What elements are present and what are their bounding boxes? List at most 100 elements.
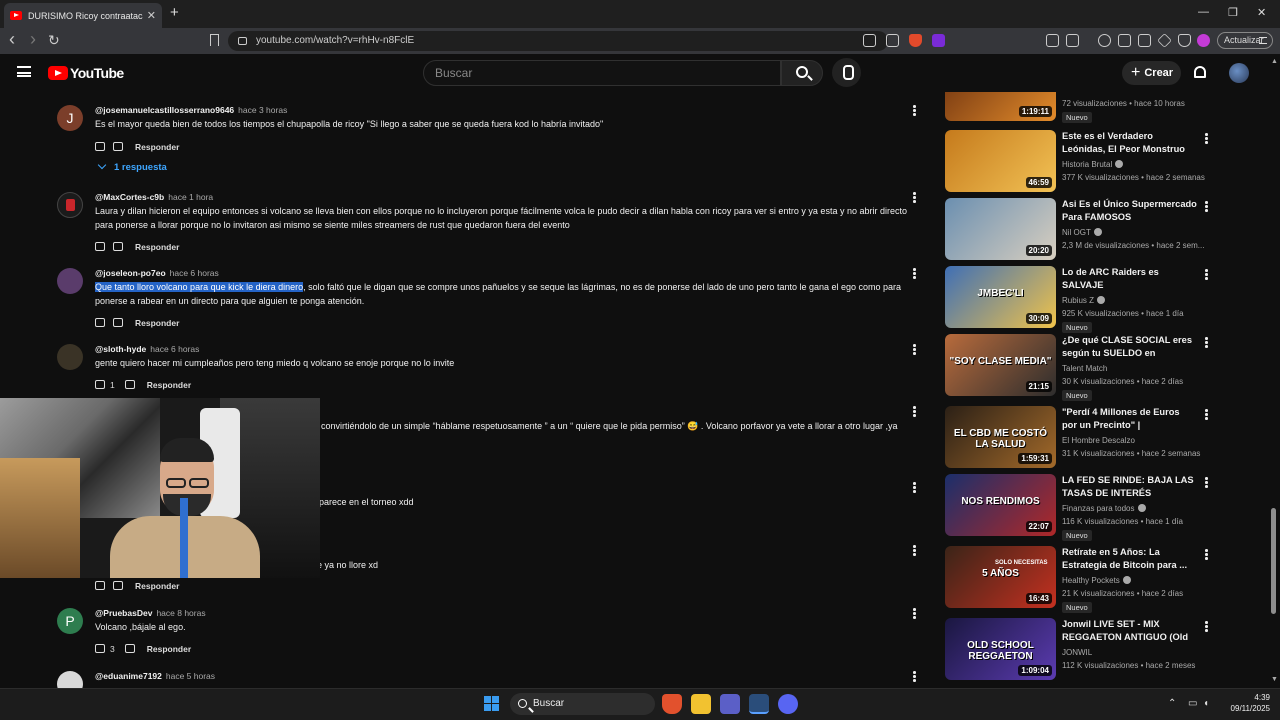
comment-time[interactable]: hace 8 horas <box>156 608 205 618</box>
taskbar-search[interactable]: Buscar <box>510 693 655 715</box>
channel-name[interactable]: JONWIL <box>1062 648 1092 657</box>
video-title[interactable]: Jonwil LIVE SET - MIX REGGAETON ANTIGUO … <box>1062 618 1197 644</box>
comment-menu-icon[interactable] <box>913 482 916 493</box>
comment-menu-icon[interactable] <box>913 268 916 279</box>
comment-menu-icon[interactable] <box>913 671 916 682</box>
reload-button[interactable]: ↻ <box>48 32 60 49</box>
comment-time[interactable]: hace 6 horas <box>170 268 219 278</box>
recommended-video[interactable]: 46:59 Este es el Verdadero Leónidas, El P… <box>945 130 1255 194</box>
channel-name[interactable]: Healthy Pockets <box>1062 576 1131 585</box>
teams-icon[interactable] <box>720 694 740 714</box>
comment-menu-icon[interactable] <box>913 344 916 355</box>
video-title[interactable]: "Perdí 4 Millones de Euros por un Precin… <box>1062 406 1197 432</box>
taskbar-clock[interactable]: 4:39 09/11/2025 <box>1224 692 1270 714</box>
hamburger-menu-icon[interactable] <box>17 66 31 77</box>
video-title[interactable]: ¿De qué CLASE SOCIAL eres según tu SUELD… <box>1062 334 1197 360</box>
dislike-icon[interactable] <box>113 142 123 152</box>
new-tab-button[interactable]: + <box>170 4 179 21</box>
reply-button[interactable]: Responder <box>135 318 179 328</box>
extensions-icon[interactable] <box>1046 34 1059 47</box>
view-replies-button[interactable]: 1 respuesta <box>97 160 167 173</box>
comment-menu-icon[interactable] <box>913 105 916 116</box>
network-icon[interactable]: ▭ <box>1188 698 1197 709</box>
steam-icon[interactable] <box>749 694 769 714</box>
tab-close-icon[interactable]: ✕ <box>147 9 156 22</box>
video-menu-icon[interactable] <box>1205 549 1208 560</box>
recommended-video[interactable]: SOLO NECESITAS 5 AÑOS 16:43 Retírate en 5 A… <box>945 546 1255 613</box>
brave-shield-icon[interactable] <box>909 34 922 47</box>
comment-author[interactable]: @sloth-hyde <box>95 344 146 354</box>
share-icon[interactable] <box>886 34 899 47</box>
address-bar[interactable]: youtube.com/watch?v=rhHv-n8FclE <box>228 31 888 51</box>
file-explorer-icon[interactable] <box>691 694 711 714</box>
volume-icon[interactable]: ◖ <box>1203 698 1209 709</box>
video-title[interactable]: Lo de ARC Raiders es SALVAJE <box>1062 266 1197 292</box>
cast-icon[interactable] <box>863 34 876 47</box>
reply-button[interactable]: Responder <box>147 380 191 390</box>
site-info-icon[interactable] <box>238 37 247 45</box>
search-button[interactable] <box>781 60 823 86</box>
avatar[interactable] <box>57 344 83 370</box>
dislike-icon[interactable] <box>113 242 123 252</box>
like-icon[interactable] <box>95 142 105 152</box>
video-menu-icon[interactable] <box>1205 337 1208 348</box>
dislike-icon[interactable] <box>124 644 135 654</box>
comment-time[interactable]: hace 3 horas <box>238 105 287 115</box>
browser-tab[interactable]: DURISIMO Ricoy contraataca y V ✕ <box>4 3 162 28</box>
like-icon[interactable] <box>95 644 105 654</box>
sidebar-icon[interactable] <box>1118 34 1131 47</box>
search-input[interactable]: Buscar <box>423 60 781 86</box>
back-button[interactable]: ‹ <box>9 29 15 50</box>
comment-time[interactable]: hace 6 horas <box>150 344 199 354</box>
video-menu-icon[interactable] <box>1205 409 1208 420</box>
dislike-icon[interactable] <box>113 581 123 591</box>
video-menu-icon[interactable] <box>1205 201 1208 212</box>
channel-name[interactable]: Talent Match <box>1062 364 1107 373</box>
comment-author[interactable]: @eduanime7192 <box>95 671 162 681</box>
comment-author[interactable]: @joseleon-po7eo <box>95 268 166 278</box>
reply-button[interactable]: Responder <box>147 644 191 654</box>
window-maximize-button[interactable]: ❐ <box>1228 6 1238 19</box>
recommended-video[interactable]: "SOY CLASE MEDIA" 21:15 ¿De qué CLASE SOCI… <box>945 334 1255 401</box>
video-thumbnail[interactable]: 46:59 <box>945 130 1056 192</box>
tab-search-icon[interactable] <box>1066 34 1079 47</box>
recommended-video[interactable]: 20:20 Asi Es el Único Supermercado Para F… <box>945 198 1255 262</box>
brave-browser-icon[interactable] <box>662 694 682 714</box>
reply-button[interactable]: Responder <box>135 142 179 152</box>
create-button[interactable]: + Crear <box>1122 61 1181 85</box>
comment-author[interactable]: @MaxCortes-c9b <box>95 192 164 202</box>
user-avatar[interactable] <box>1229 63 1249 83</box>
youtube-wordmark[interactable]: YouTube <box>70 65 124 81</box>
vpn-icon[interactable] <box>1178 34 1191 47</box>
windows-start-icon[interactable] <box>484 696 499 711</box>
channel-name[interactable]: Finanzas para todos <box>1062 504 1146 513</box>
recommended-video[interactable]: JMBEC'LI 30:09 Lo de ARC Raiders es SALVAJ… <box>945 266 1255 333</box>
comment-menu-icon[interactable] <box>913 406 916 417</box>
menu-icon[interactable] <box>1259 37 1267 44</box>
video-menu-icon[interactable] <box>1205 477 1208 488</box>
forward-button[interactable]: › <box>30 29 36 50</box>
reply-button[interactable]: Responder <box>135 581 179 591</box>
notifications-bell-icon[interactable] <box>1194 66 1206 78</box>
video-title[interactable]: Este es el Verdadero Leónidas, El Peor M… <box>1062 130 1197 156</box>
wallet-icon[interactable] <box>1197 34 1210 47</box>
video-thumbnail[interactable]: JMBEC'LI 30:09 <box>945 266 1056 328</box>
like-icon[interactable] <box>95 581 105 591</box>
window-close-button[interactable]: ✕ <box>1257 6 1266 19</box>
bookmark-icon[interactable] <box>210 34 219 46</box>
avatar[interactable]: P <box>57 608 83 634</box>
bookmarks-icon[interactable] <box>1138 34 1151 47</box>
video-title[interactable]: Retírate en 5 Años: La Estrategia de Bit… <box>1062 546 1197 572</box>
discord-icon[interactable] <box>778 694 798 714</box>
avatar[interactable] <box>57 268 83 294</box>
comment-time[interactable]: hace 5 horas <box>166 671 215 681</box>
window-minimize-button[interactable]: — <box>1198 6 1209 18</box>
rewards-icon[interactable] <box>932 34 945 47</box>
comment-menu-icon[interactable] <box>913 608 916 619</box>
avatar[interactable] <box>57 671 83 688</box>
video-title[interactable]: Asi Es el Único Supermercado Para FAMOSO… <box>1062 198 1197 224</box>
reply-button[interactable]: Responder <box>135 242 179 252</box>
recommended-video[interactable]: EL CBD ME COSTÓ LA SALUD 1:59:31 "Perdí 4 … <box>945 406 1255 470</box>
avatar[interactable] <box>57 192 83 218</box>
video-menu-icon[interactable] <box>1205 621 1208 632</box>
